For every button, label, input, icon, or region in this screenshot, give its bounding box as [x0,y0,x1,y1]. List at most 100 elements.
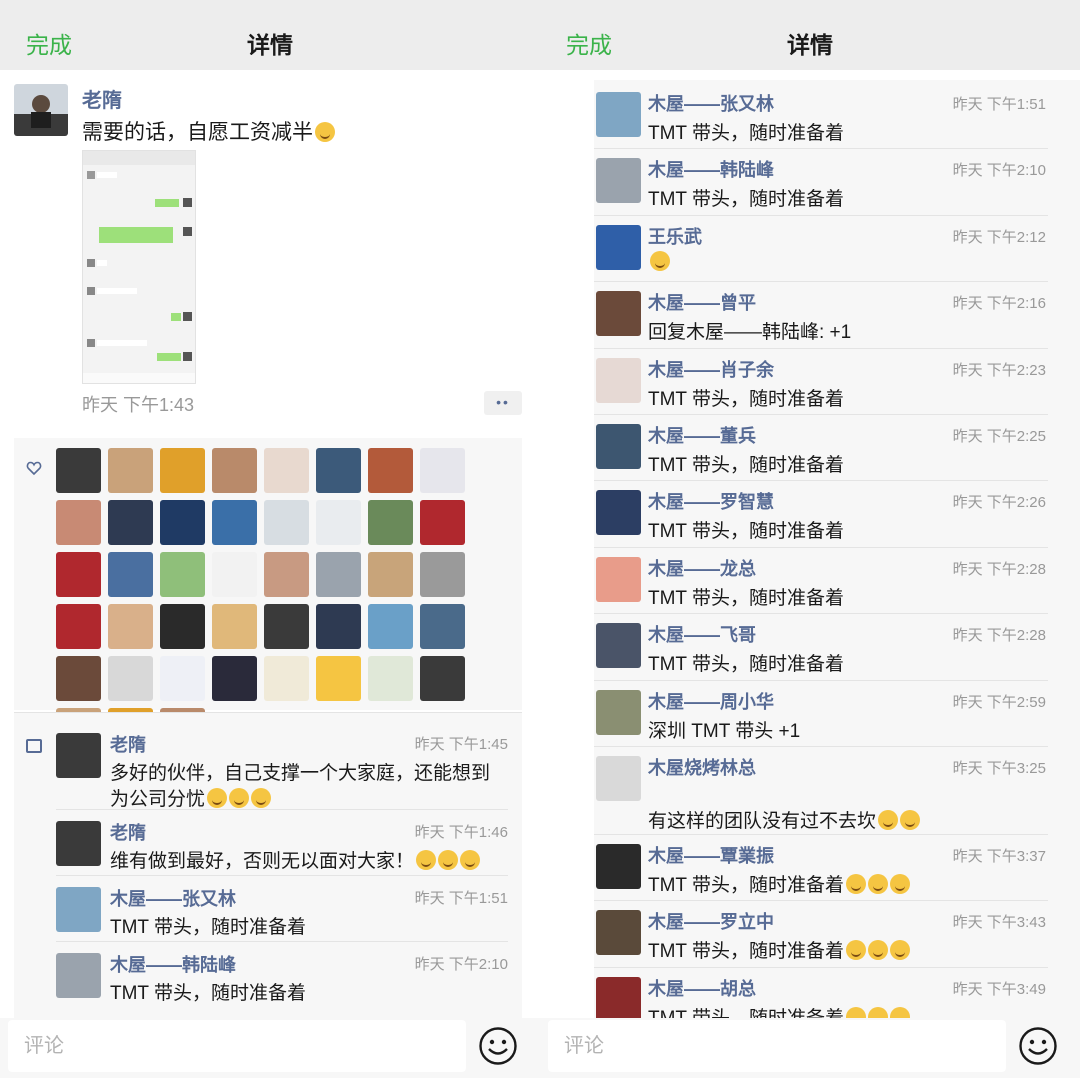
liker-avatar[interactable] [368,604,413,649]
liker-avatar[interactable] [316,500,361,545]
liker-avatar[interactable] [212,552,257,597]
emoji-face-icon[interactable] [478,1026,518,1066]
avatar[interactable] [56,953,101,998]
liker-avatar[interactable] [420,500,465,545]
post-author-name[interactable]: 老隋 [82,84,122,113]
avatar[interactable] [596,291,641,337]
avatar[interactable] [56,733,101,778]
liker-avatar[interactable] [56,656,101,701]
liker-avatar[interactable] [264,448,309,493]
liker-avatar[interactable] [108,552,153,597]
comment-row[interactable]: 木屋——曾平 昨天 下午2:16 回复木屋——韩陆峰: +1 [594,281,1080,355]
liker-avatar[interactable] [212,448,257,493]
commenter-name[interactable]: 木屋——周小华 [648,688,774,714]
comment-row[interactable]: 木屋——董兵 昨天 下午2:25 TMT 带头，随时准备着 [594,414,1080,488]
avatar[interactable] [596,490,641,536]
liker-avatar[interactable] [368,656,413,701]
avatar[interactable] [596,424,641,469]
liker-avatar[interactable] [316,604,361,649]
liker-avatar[interactable] [160,604,205,649]
comment-row[interactable]: 木屋——韩陆峰 昨天 下午2:10 TMT 带头，随时准备着 [14,941,522,1017]
liker-avatar[interactable] [368,500,413,545]
avatar[interactable] [596,158,641,204]
emoji-face-icon[interactable] [1018,1026,1058,1066]
liker-avatar[interactable] [212,500,257,545]
commenter-name[interactable]: 木屋——飞哥 [648,621,756,647]
liker-avatar[interactable] [56,552,101,597]
avatar[interactable] [56,887,101,932]
commenter-name[interactable]: 王乐武 [648,223,702,249]
avatar[interactable] [596,844,641,889]
liker-avatar[interactable] [108,500,153,545]
commenter-name[interactable]: 木屋——覃業振 [648,842,774,868]
comment-input[interactable] [8,1020,466,1072]
commenter-name[interactable]: 木屋烧烤林总 [648,754,756,780]
liker-avatar[interactable] [420,448,465,493]
comment-row[interactable]: 王乐武 昨天 下午2:12 [594,214,1080,289]
liker-avatar[interactable] [108,448,153,493]
commenter-name[interactable]: 木屋——曾平 [648,289,756,315]
liker-avatar[interactable] [56,448,101,493]
avatar[interactable] [596,357,641,403]
more-actions-button[interactable]: •• [484,391,522,415]
commenter-name[interactable]: 木屋——张又林 [648,90,774,116]
avatar[interactable] [596,92,641,137]
liker-avatar[interactable] [316,448,361,493]
avatar[interactable] [596,224,641,270]
comment-row[interactable]: 老隋 昨天 下午1:45 多好的伙伴，自己支撑一个大家庭，还能想到为公司分忧 [14,731,522,819]
avatar[interactable] [596,689,641,735]
liker-avatar[interactable] [264,500,309,545]
comment-input[interactable] [548,1020,1006,1072]
comment-row[interactable]: 木屋——罗立中 昨天 下午3:43 TMT 带头，随时准备着 [594,900,1080,974]
comment-row[interactable]: 木屋——张又林 昨天 下午1:51 TMT 带头，随时准备着 [594,90,1080,156]
comment-row[interactable]: 木屋——韩陆峰 昨天 下午2:10 TMT 带头，随时准备着 [594,148,1080,222]
liker-avatar[interactable] [160,500,205,545]
liker-avatar[interactable] [316,656,361,701]
liker-avatar[interactable] [160,448,205,493]
avatar[interactable] [596,756,641,801]
comment-row[interactable]: 木屋——肖子余 昨天 下午2:23 TMT 带头，随时准备着 [594,347,1080,422]
avatar[interactable] [596,556,641,602]
commenter-name[interactable]: 老隋 [110,731,146,757]
liker-avatar[interactable] [108,604,153,649]
comment-row[interactable]: 木屋——罗智慧 昨天 下午2:26 TMT 带头，随时准备着 [594,480,1080,554]
liker-avatar[interactable] [420,604,465,649]
liker-avatar[interactable] [212,656,257,701]
commenter-name[interactable]: 木屋——罗智慧 [648,488,774,514]
commenter-name[interactable]: 木屋——韩陆峰 [648,156,774,182]
liker-avatar[interactable] [56,604,101,649]
avatar[interactable] [596,623,641,669]
comment-row[interactable]: 木屋烧烤林总 昨天 下午3:25 有这样的团队没有过不去坎 [594,746,1080,842]
liker-avatar[interactable] [212,604,257,649]
commenter-name[interactable]: 木屋——董兵 [648,422,756,448]
liker-avatar[interactable] [420,656,465,701]
post-image-chat-screenshot[interactable] [82,150,196,384]
liker-avatar[interactable] [56,500,101,545]
comment-row[interactable]: 木屋——周小华 昨天 下午2:59 深圳 TMT 带头 +1 [594,679,1080,754]
liker-avatar[interactable] [264,552,309,597]
comment-row[interactable]: 木屋——覃業振 昨天 下午3:37 TMT 带头，随时准备着 [594,834,1080,908]
liker-avatar[interactable] [264,604,309,649]
commenter-name[interactable]: 木屋——龙总 [648,555,756,581]
commenter-name[interactable]: 木屋——胡总 [648,975,756,1001]
commenter-name[interactable]: 木屋——张又林 [110,885,236,911]
post-author-avatar[interactable] [14,84,68,136]
commenter-name[interactable]: 木屋——韩陆峰 [110,951,236,977]
avatar[interactable] [596,976,641,1018]
liker-avatar[interactable] [316,552,361,597]
comment-row[interactable]: 木屋——胡总 昨天 下午3:49 TMT 带头，随时准备着 [594,966,1080,1018]
liker-avatar[interactable] [368,552,413,597]
liker-avatar[interactable] [264,656,309,701]
commenter-name[interactable]: 木屋——肖子余 [648,356,774,382]
liker-avatar[interactable] [160,656,205,701]
liker-avatar[interactable] [368,448,413,493]
commenter-name[interactable]: 老隋 [110,819,146,845]
commenter-name[interactable]: 木屋——罗立中 [648,908,774,934]
liker-avatar[interactable] [108,656,153,701]
avatar[interactable] [596,910,641,956]
comment-row[interactable]: 木屋——龙总 昨天 下午2:28 TMT 带头，随时准备着 [594,546,1080,621]
liker-avatar[interactable] [160,552,205,597]
liker-avatar[interactable] [420,552,465,597]
avatar[interactable] [56,821,101,866]
comment-row[interactable]: 木屋——飞哥 昨天 下午2:28 TMT 带头，随时准备着 [594,613,1080,687]
